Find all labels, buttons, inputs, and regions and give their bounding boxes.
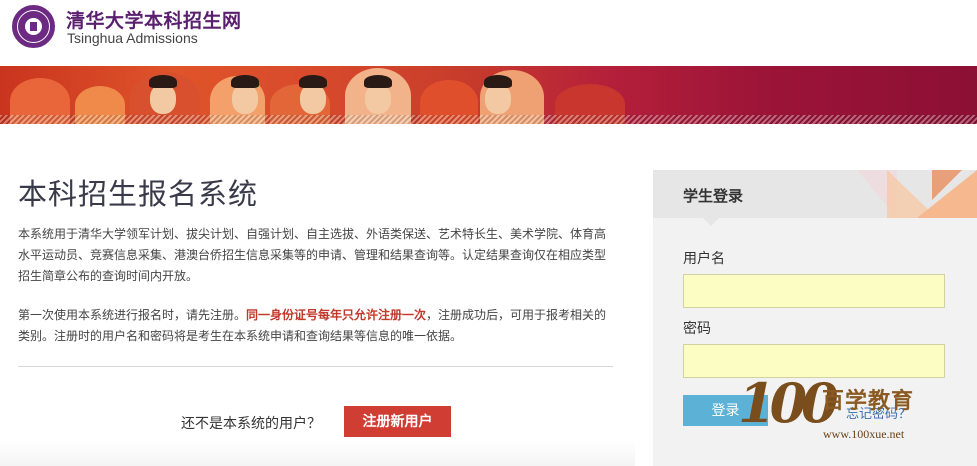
content-bottom-fade [0, 440, 635, 466]
username-input[interactable] [683, 274, 945, 308]
hero-banner [0, 66, 977, 124]
registration-warning: 同一身份证号每年只允许注册一次 [246, 308, 427, 322]
site-title-en[interactable]: Tsinghua Admissions [67, 30, 198, 46]
tsinghua-seal-icon[interactable] [12, 5, 55, 48]
registration-notice: 第一次使用本系统进行报名时，请先注册。同一身份证号每年只允许注册一次，注册成功后… [18, 305, 614, 347]
banner-hair [364, 75, 392, 88]
password-label: 密码 [683, 321, 711, 337]
system-description: 本系统用于清华大学领军计划、拔尖计划、自强计划、自主选拔、外语类保送、艺术特长生… [18, 227, 607, 283]
page-title: 本科招生报名系统 [18, 177, 259, 211]
login-header: 学生登录 [653, 170, 977, 218]
login-title: 学生登录 [683, 187, 744, 205]
decor-triangle [932, 170, 962, 200]
banner-hair [231, 75, 259, 88]
content-divider [18, 366, 613, 367]
watermark-brand: 百学教育 [822, 389, 915, 414]
watermark-logo: 100 百学教育 www.100xue.net [738, 371, 948, 443]
username-label: 用户名 [683, 251, 725, 267]
site-title-cn[interactable]: 清华大学本科招生网 [66, 6, 242, 33]
watermark-number: 100 [738, 371, 839, 435]
banner-face [232, 84, 258, 114]
banner-hatch-stripe [0, 115, 977, 124]
banner-hair [149, 75, 177, 88]
banner-face [300, 84, 326, 114]
banner-face [485, 84, 511, 114]
banner-hair [484, 75, 512, 88]
watermark-url: www.100xue.net [823, 427, 905, 441]
seal-core [25, 18, 42, 35]
banner-hair [299, 75, 327, 88]
banner-face [365, 84, 391, 114]
site-header: 清华大学本科招生网 Tsinghua Admissions [0, 0, 977, 66]
register-button[interactable]: 注册新用户 [344, 406, 451, 437]
login-header-notch [703, 218, 719, 226]
not-user-prompt: 还不是本系统的用户？ [181, 416, 321, 432]
registration-notice-intro: 第一次使用本系统进行报名时，请先注册。 [18, 308, 247, 322]
banner-face [150, 84, 176, 114]
